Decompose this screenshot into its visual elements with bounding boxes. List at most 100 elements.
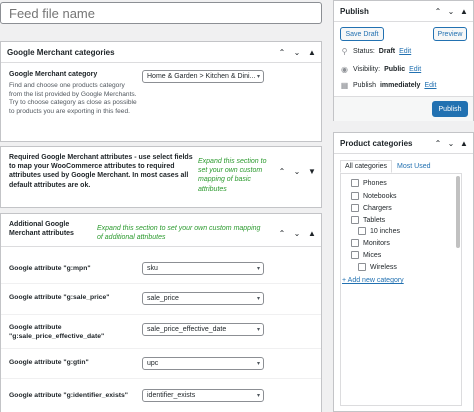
visibility-row: ◉ Visibility: Public Edit	[340, 65, 421, 74]
required-attributes-title[interactable]: Required Google Merchant attributes - us…	[9, 153, 199, 190]
product-categories-header[interactable]: Product categories ⌃ ⌄ ▲	[334, 133, 473, 154]
preview-button[interactable]: Preview	[433, 27, 467, 41]
chevron-up-icon[interactable]: ⌃	[278, 229, 286, 238]
attr-label-identifier-exists: Google attribute "g:identifier_exists"	[9, 392, 128, 399]
attr-select-gtin[interactable]: upc ▾	[142, 357, 264, 370]
select-arrow-icon: ▾	[256, 361, 260, 367]
product-categories-title: Product categories	[340, 138, 413, 148]
divider	[1, 348, 321, 349]
select-arrow-icon: ▾	[256, 74, 260, 80]
divider	[1, 378, 321, 379]
additional-attributes-title[interactable]: Additional Google Merchant attributes	[9, 220, 97, 239]
divider	[1, 314, 321, 315]
publish-button[interactable]: Publish	[432, 101, 468, 117]
select-arrow-icon: ▾	[256, 393, 260, 399]
chevron-down-icon[interactable]: ⌄	[293, 167, 301, 176]
feed-name-input[interactable]	[0, 2, 322, 24]
triangle-toggle-icon[interactable]: ▲	[308, 48, 316, 57]
status-row: ⚲ Status: Draft Edit	[340, 47, 412, 56]
additional-attributes-note: Expand this section to set your own cust…	[97, 225, 261, 242]
attr-value-sale-price-effective-date: sale_price_effective_date	[147, 326, 227, 333]
attr-select-sale-price[interactable]: sale_price ▾	[142, 292, 264, 305]
visibility-value: Public	[384, 66, 406, 73]
chevron-up-icon[interactable]: ⌃	[434, 139, 442, 148]
category-item[interactable]: Mices	[351, 251, 381, 259]
publish-time-value: immediately	[379, 82, 421, 89]
chevron-down-icon[interactable]: ⌄	[293, 48, 301, 57]
select-arrow-icon: ▾	[256, 296, 260, 302]
status-label: Status:	[353, 48, 375, 55]
publish-box: Publish ⌃ ⌄ ▲ Save Draft Preview ⚲ Statu…	[333, 0, 474, 121]
attr-select-mpn[interactable]: sku ▾	[142, 262, 264, 275]
category-label: Phones	[363, 179, 387, 187]
category-label: Mices	[363, 251, 382, 259]
publish-title: Publish	[340, 6, 369, 16]
tab-most-used[interactable]: Most Used	[392, 160, 435, 173]
chevron-down-icon[interactable]: ⌄	[447, 139, 455, 148]
attr-select-identifier-exists[interactable]: identifier_exists ▾	[142, 389, 264, 402]
calendar-icon: ▦	[340, 81, 349, 90]
attr-value-identifier-exists: identifier_exists	[147, 392, 196, 399]
chevron-up-icon[interactable]: ⌃	[434, 7, 442, 16]
category-item[interactable]: Wireless	[358, 263, 397, 271]
divider	[1, 246, 321, 247]
attr-select-sale-price-effective-date[interactable]: sale_price_effective_date ▾	[142, 323, 264, 336]
chevron-down-icon[interactable]: ⌄	[447, 7, 455, 16]
checkbox[interactable]	[351, 192, 359, 200]
checkbox[interactable]	[358, 227, 366, 235]
triangle-toggle-icon[interactable]: ▲	[460, 139, 468, 148]
category-item[interactable]: Phones	[351, 179, 387, 187]
attr-label-gtin: Google attribute "g:gtin"	[9, 359, 89, 366]
tab-all-categories[interactable]: All categories	[340, 160, 393, 173]
publish-time-label: Publish	[353, 82, 376, 89]
chevron-down-icon[interactable]: ⌄	[293, 229, 301, 238]
category-item[interactable]: Notebooks	[351, 192, 396, 200]
attr-value-gtin: upc	[147, 360, 159, 367]
triangle-toggle-icon[interactable]: ▲	[308, 229, 316, 238]
merchant-category-label: Google Merchant category	[9, 71, 98, 78]
add-new-category-link[interactable]: + Add new category	[342, 277, 404, 284]
category-label: Monitors	[363, 239, 390, 247]
attr-label-mpn: Google attribute "g:mpn"	[9, 265, 91, 272]
publish-time-edit-link[interactable]: Edit	[424, 82, 436, 89]
additional-attributes-box: Additional Google Merchant attributes Ex…	[0, 213, 322, 412]
checkbox[interactable]	[358, 263, 366, 271]
checkbox[interactable]	[351, 179, 359, 187]
merchant-categories-box: Google Merchant categories ⌃ ⌄ ▲ Google …	[0, 41, 322, 142]
merchant-category-select[interactable]: Home & Garden > Kitchen & Dini... ▾	[142, 70, 264, 83]
chevron-up-icon[interactable]: ⌃	[278, 167, 286, 176]
category-label: Wireless	[370, 263, 397, 271]
checkbox[interactable]	[351, 204, 359, 212]
checkbox[interactable]	[351, 251, 359, 259]
merchant-categories-header[interactable]: Google Merchant categories ⌃ ⌄ ▲	[1, 42, 321, 63]
eye-icon: ◉	[341, 65, 348, 74]
category-label: 10 inches	[370, 227, 400, 235]
category-checklist[interactable]: Phones Notebooks Chargers Tablets 10 inc…	[340, 173, 462, 406]
chevron-up-icon[interactable]: ⌃	[278, 48, 286, 57]
category-item[interactable]: 10 inches	[358, 227, 400, 235]
publish-header[interactable]: Publish ⌃ ⌄ ▲	[334, 1, 473, 22]
status-edit-link[interactable]: Edit	[399, 48, 411, 55]
merchant-categories-title: Google Merchant categories	[7, 47, 115, 57]
save-draft-button[interactable]: Save Draft	[340, 27, 384, 41]
triangle-toggle-icon[interactable]: ▲	[460, 7, 468, 16]
select-arrow-icon: ▾	[256, 266, 260, 272]
visibility-edit-link[interactable]: Edit	[409, 66, 421, 73]
checkbox[interactable]	[351, 216, 359, 224]
category-label: Tablets	[363, 216, 386, 224]
triangle-toggle-icon[interactable]: ▼	[308, 167, 316, 176]
publish-time-row: ▦ Publish immediately Edit	[340, 81, 437, 90]
category-item[interactable]: Tablets	[351, 216, 385, 224]
attr-value-mpn: sku	[147, 265, 158, 272]
scrollbar[interactable]	[456, 176, 460, 248]
divider	[1, 283, 321, 284]
status-value: Draft	[378, 48, 396, 55]
checkbox[interactable]	[351, 239, 359, 247]
required-attributes-box: Required Google Merchant attributes - us…	[0, 146, 322, 208]
product-categories-box: Product categories ⌃ ⌄ ▲ All categories …	[333, 132, 474, 412]
merchant-category-description: Find and choose one products category fr…	[9, 82, 137, 116]
merchant-category-value: Home & Garden > Kitchen & Dini...	[147, 73, 256, 80]
category-item[interactable]: Chargers	[351, 204, 392, 212]
category-label: Notebooks	[363, 192, 397, 200]
category-item[interactable]: Monitors	[351, 239, 390, 247]
